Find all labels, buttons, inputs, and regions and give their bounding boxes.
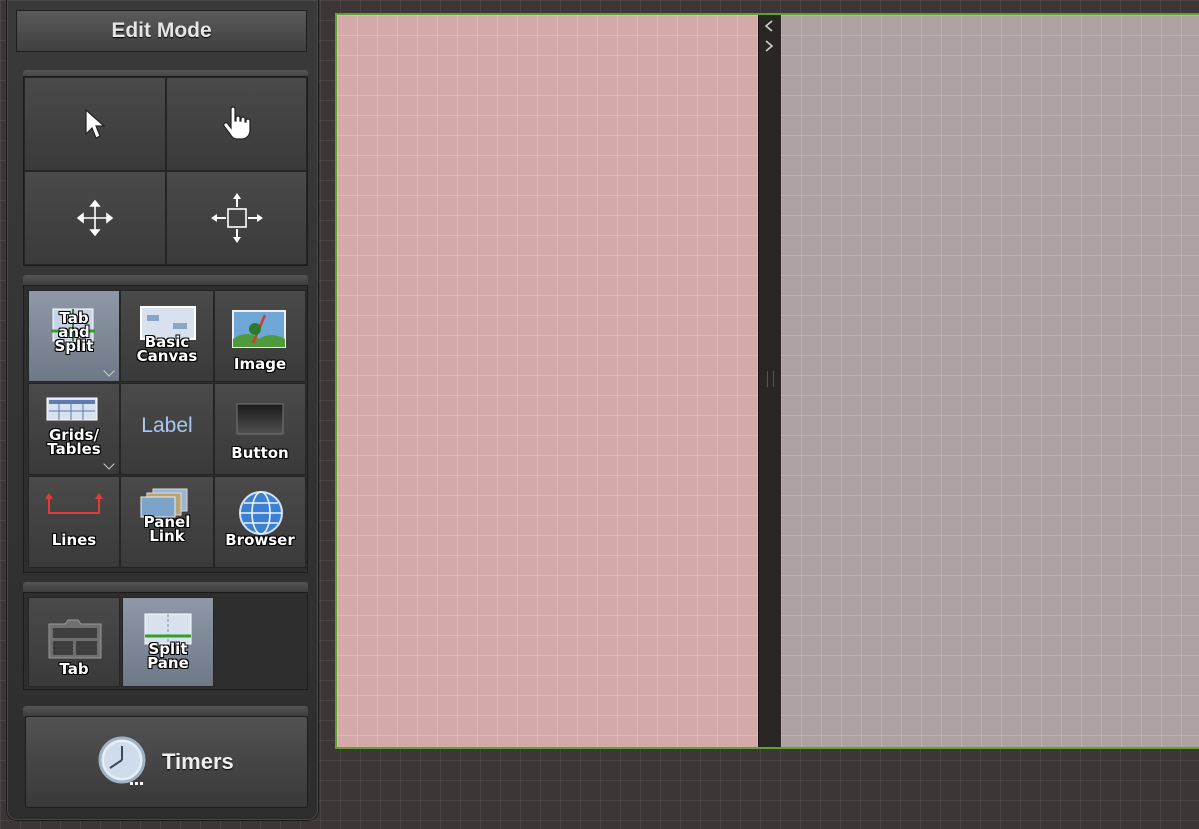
tab-tool[interactable]: Tab (28, 597, 120, 687)
component-label: Image (233, 355, 287, 373)
design-canvas[interactable] (335, 13, 1199, 749)
resize-tool-button[interactable] (166, 171, 307, 265)
section-divider (23, 582, 308, 592)
clock-icon (98, 736, 146, 785)
chevron-down-icon (103, 365, 115, 377)
split-pane-right[interactable] (781, 15, 1199, 747)
split-divider[interactable] (758, 15, 782, 747)
image-tool[interactable]: Image (214, 290, 306, 382)
label-tool-text: Label (141, 414, 193, 437)
pointer-tool-button[interactable] (24, 77, 166, 171)
timers-label: Timers (162, 749, 234, 774)
browser-tool[interactable]: Browser (214, 476, 306, 568)
split-pane-tool[interactable]: Split Pane (122, 597, 214, 687)
section-divider (23, 275, 308, 285)
cursor-tools-section (23, 76, 308, 266)
component-label: Browser (225, 531, 295, 549)
component-label: Link (149, 527, 185, 545)
grids-tables-tool[interactable]: Grids/ Tables (28, 383, 120, 475)
edit-mode-header[interactable]: Edit Mode (16, 10, 307, 52)
timers-button[interactable]: Timers (25, 716, 308, 808)
split-pane-left[interactable] (337, 15, 758, 747)
image-icon (232, 310, 286, 348)
collapse-left-icon[interactable] (762, 19, 776, 33)
section-divider (23, 706, 308, 716)
label-tool[interactable]: Label (120, 383, 214, 475)
subcomponents-section: Tab Split Pane (23, 592, 308, 690)
grid-table-icon (46, 397, 98, 421)
component-label: Button (231, 444, 289, 462)
expand-right-icon[interactable] (762, 39, 776, 53)
panel-link-tool[interactable]: Panel Link (120, 476, 214, 568)
component-label: Split (54, 337, 94, 355)
lines-tool[interactable]: Lines (28, 476, 120, 568)
edit-mode-title: Edit Mode (111, 19, 212, 42)
component-label: Tables (47, 440, 101, 458)
component-label: Pane (147, 654, 189, 672)
button-tool[interactable]: Button (214, 383, 306, 475)
tab-icon (48, 619, 102, 659)
move-tool-button[interactable] (24, 171, 166, 265)
move-icon (76, 199, 114, 237)
basic-canvas-tool[interactable]: Basic Canvas (120, 290, 214, 382)
component-label: Tab (59, 660, 89, 678)
divider-grip[interactable] (767, 371, 774, 387)
button-icon (236, 403, 284, 435)
tab-and-split-tool[interactable]: Tab and Split (28, 290, 120, 382)
globe-icon (239, 491, 283, 535)
hand-icon (222, 106, 251, 140)
lines-icon (45, 493, 103, 514)
resize-move-icon (210, 193, 263, 243)
pointer-icon (85, 108, 106, 139)
components-section: Tab and Split Basic Canvas Image Grids/ … (23, 285, 308, 573)
hand-tool-button[interactable] (166, 77, 307, 171)
component-label: Lines (51, 531, 97, 549)
chevron-down-icon (103, 458, 115, 470)
component-label: Canvas (136, 347, 198, 365)
